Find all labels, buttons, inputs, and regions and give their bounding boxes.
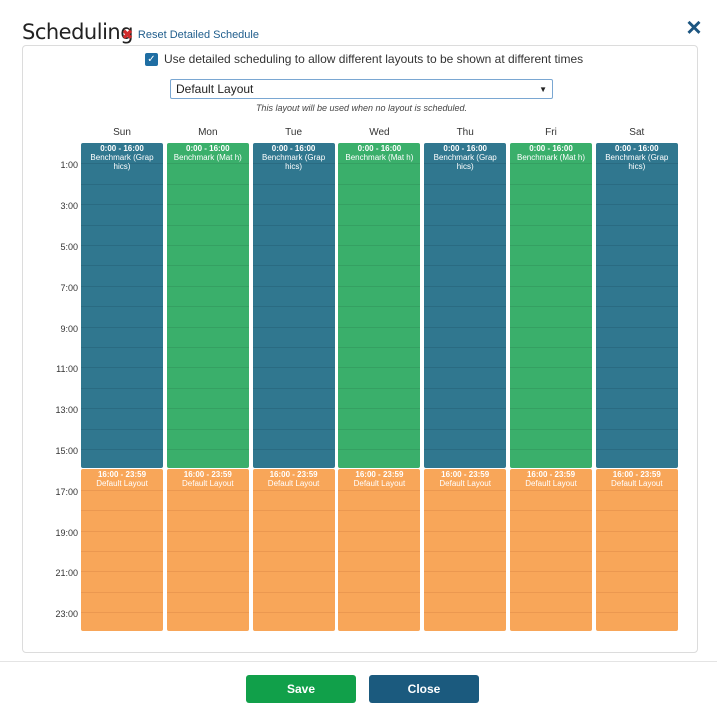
block-layout-name: Default Layout xyxy=(182,479,234,489)
block-time: 16:00 - 23:59 xyxy=(97,470,147,480)
block-time: 0:00 - 16:00 xyxy=(443,144,487,153)
footer-divider xyxy=(0,661,717,662)
detailed-scheduling-label: Use detailed scheduling to allow differe… xyxy=(164,52,584,66)
checkbox-checked-icon[interactable]: ✓ xyxy=(145,52,158,66)
block-time: 0:00 - 16:00 xyxy=(271,144,316,153)
hour-label: 5:00 xyxy=(60,242,78,252)
day-column-mon: Mon 0:00 - 16:00 Benchmark (Mat h) 16:00 - … xyxy=(165,127,250,635)
schedule-block[interactable]: 16:00 - 23:59 Default Layout xyxy=(165,468,250,632)
block-time: 16:00 - 23:59 xyxy=(183,470,232,480)
day-column-sat: Sat 0:00 - 16:00 Benchmark (Grap hics) 16:0… xyxy=(594,127,679,635)
reset-x-icon: ✖ xyxy=(122,27,133,42)
default-layout-select[interactable]: Default Layout ▼ xyxy=(170,79,553,99)
day-header: Fri xyxy=(545,127,557,138)
day-column-fri: Fri 0:00 - 16:00 Benchmark (Mat h) 16:00 - … xyxy=(509,127,593,635)
block-layout-name: Default Layout xyxy=(353,479,406,489)
block-time: 0:00 - 16:00 xyxy=(529,144,573,153)
block-layout-name: Default Layout xyxy=(525,479,577,489)
block-time: 16:00 - 23:59 xyxy=(441,470,490,480)
block-time: 16:00 - 23:59 xyxy=(526,470,576,480)
reset-schedule-link[interactable]: ✖ Reset Detailed Schedule xyxy=(122,27,259,43)
block-layout-name: Default Layout xyxy=(611,479,663,489)
day-header: Wed xyxy=(369,127,390,138)
block-layout-name: Default Layout xyxy=(439,479,491,489)
block-time: 16:00 - 23:59 xyxy=(355,470,404,480)
hour-label: 1:00 xyxy=(60,160,78,171)
hour-label: 7:00 xyxy=(60,282,78,293)
block-time: 0:00 - 16:00 xyxy=(186,144,230,153)
hour-label: 9:00 xyxy=(60,323,78,334)
day-header: Thu xyxy=(456,127,474,138)
block-layout-name: Benchmark (Mat h) xyxy=(173,153,242,162)
day-columns: Sun 0:00 - 16:00 Benchmark (Grap hics) 16:0… xyxy=(80,127,680,635)
schedule-block[interactable]: 0:00 - 16:00 Benchmark (Mat h) xyxy=(509,142,593,469)
schedule-block[interactable]: 0:00 - 16:00 Benchmark (Grap hics) xyxy=(594,142,679,469)
dropdown-arrow-icon: ▼ xyxy=(539,84,547,94)
schedule-block[interactable]: 16:00 - 23:59 Default Layout xyxy=(509,468,593,632)
block-time: 0:00 - 16:00 xyxy=(357,144,402,153)
schedule-block[interactable]: 16:00 - 23:59 Default Layout xyxy=(337,468,422,632)
close-button[interactable]: Close xyxy=(369,675,479,703)
close-icon[interactable]: × xyxy=(683,14,705,40)
hour-label: 11:00 xyxy=(56,364,78,375)
schedule-block[interactable]: 16:00 - 23:59 Default Layout xyxy=(251,468,336,632)
block-layout-name: Benchmark (Grap hics) xyxy=(90,153,154,171)
block-layout-name: Benchmark (Mat h) xyxy=(516,153,586,162)
hour-label: 15:00 xyxy=(55,446,78,456)
detailed-scheduling-option[interactable]: ✓ Use detailed scheduling to allow diffe… xyxy=(145,52,583,66)
block-layout-name: Default Layout xyxy=(267,479,320,489)
day-header: Tue xyxy=(285,127,303,138)
day-column-wed: Wed 0:00 - 16:00 Benchmark (Mat h) 16:00 - … xyxy=(337,127,422,635)
schedule-block[interactable]: 0:00 - 16:00 Benchmark (Grap hics) xyxy=(80,142,164,469)
default-layout-value: Default Layout xyxy=(176,82,254,96)
hour-axis: 1:00 3:00 5:00 7:00 9:00 11:00 13:00 15:00 17:00… xyxy=(44,127,80,635)
block-time: 16:00 - 23:59 xyxy=(612,470,661,480)
block-layout-name: Default Layout xyxy=(96,479,148,489)
day-header: Sat xyxy=(629,127,645,138)
day-column-tue: Tue 0:00 - 16:00 Benchmark (Grap hics) 16:0… xyxy=(251,127,336,635)
schedule-block[interactable]: 16:00 - 23:59 Default Layout xyxy=(80,468,164,632)
block-layout-name: Benchmark (Grap hics) xyxy=(605,153,669,171)
block-layout-name: Benchmark (Mat h) xyxy=(345,153,414,162)
day-column-thu: Thu 0:00 - 16:00 Benchmark (Grap hics) 16:0… xyxy=(423,127,508,635)
schedule-block[interactable]: 0:00 - 16:00 Benchmark (Grap hics) xyxy=(251,142,336,469)
reset-schedule-label: Reset Detailed Schedule xyxy=(137,29,259,41)
schedule-block[interactable]: 0:00 - 16:00 Benchmark (Mat h) xyxy=(165,142,250,469)
block-time: 0:00 - 16:00 xyxy=(615,144,659,153)
schedule-block[interactable]: 16:00 - 23:59 Default Layout xyxy=(594,468,679,632)
block-time: 0:00 - 16:00 xyxy=(100,144,144,153)
block-layout-name: Benchmark (Grap hics) xyxy=(262,153,326,171)
block-time: 16:00 - 23:59 xyxy=(269,470,318,480)
hour-label: 17:00 xyxy=(55,486,78,497)
hour-label: 19:00 xyxy=(55,527,78,538)
hour-label: 13:00 xyxy=(55,405,78,416)
day-header: Sun xyxy=(113,127,131,138)
schedule-block[interactable]: 16:00 - 23:59 Default Layout xyxy=(423,468,508,632)
hour-label: 3:00 xyxy=(60,201,78,212)
day-column-sun: Sun 0:00 - 16:00 Benchmark (Grap hics) 16:0… xyxy=(80,127,164,635)
layout-hint: This layout will be used when no layout … xyxy=(255,103,468,113)
hour-label: 23:00 xyxy=(55,609,78,620)
day-header: Mon xyxy=(198,127,218,138)
schedule-block[interactable]: 0:00 - 16:00 Benchmark (Mat h) xyxy=(337,142,422,469)
save-button[interactable]: Save xyxy=(246,675,356,703)
block-layout-name: Benchmark (Grap hics) xyxy=(433,153,497,171)
schedule-block[interactable]: 0:00 - 16:00 Benchmark (Grap hics) xyxy=(423,142,508,469)
dialog-title: Scheduling xyxy=(22,20,134,44)
hour-label: 21:00 xyxy=(55,568,78,579)
scheduling-dialog: Scheduling ✖ Reset Detailed Schedule × ✓… xyxy=(0,0,717,710)
weekly-calendar: 1:00 3:00 5:00 7:00 9:00 11:00 13:00 15:00 17:00… xyxy=(44,127,682,635)
